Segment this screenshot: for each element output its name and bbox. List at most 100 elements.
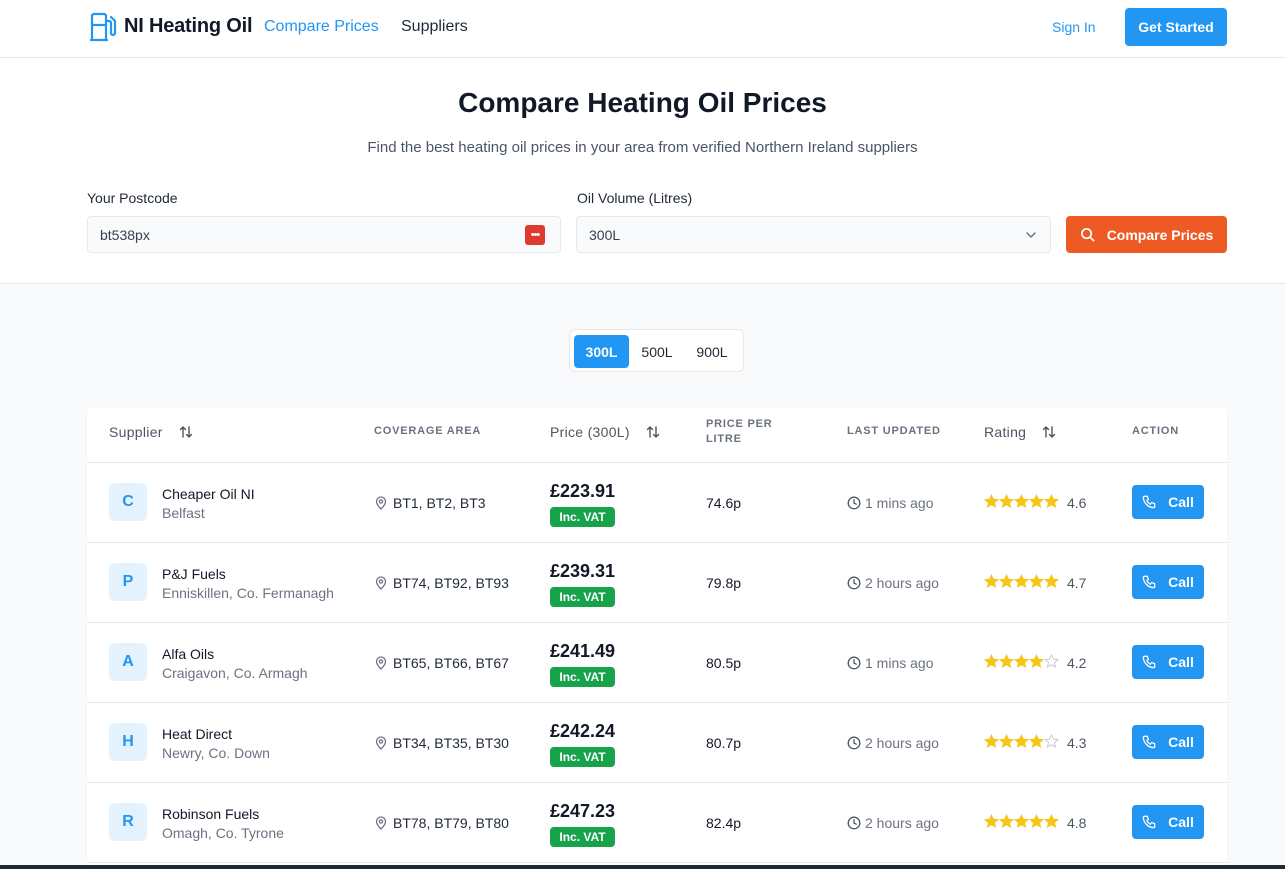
volume-option-900l[interactable]: 900L (687, 335, 737, 368)
chevron-down-icon (1026, 232, 1036, 238)
star-icon (984, 814, 999, 829)
coverage-area: BT1, BT2, BT3 (374, 495, 486, 511)
call-button[interactable]: Call (1132, 565, 1204, 599)
last-updated-text: 2 hours ago (865, 735, 939, 751)
price-per-litre: 74.6p (706, 495, 742, 511)
last-updated-text: 1 mins ago (865, 655, 934, 671)
header-rating[interactable]: Rating (984, 424, 1056, 440)
star-rating (984, 574, 1059, 589)
star-icon (984, 734, 999, 749)
supplier-location: Enniskillen, Co. Fermanagh (162, 585, 334, 601)
search-hero: Compare Heating Oil Prices Find the best… (0, 58, 1285, 284)
call-label: Call (1168, 734, 1194, 750)
supplier-name[interactable]: Heat Direct (162, 726, 232, 742)
postcode-value: bt538px (100, 226, 150, 243)
call-label: Call (1168, 574, 1194, 590)
table-row: H Heat Direct Newry, Co. Down BT34, BT35… (87, 703, 1227, 783)
last-updated: 2 hours ago (847, 815, 939, 831)
coverage-text: BT34, BT35, BT30 (393, 735, 509, 751)
volume-label: Oil Volume (Litres) (577, 190, 693, 206)
call-button[interactable]: Call (1132, 805, 1204, 839)
clock-icon (847, 736, 861, 750)
supplier-name[interactable]: P&J Fuels (162, 566, 226, 582)
star-icon (984, 574, 999, 589)
sort-icon[interactable] (1042, 425, 1056, 439)
price-per-litre: 80.5p (706, 655, 742, 671)
nav-compare-prices[interactable]: Compare Prices (264, 18, 379, 36)
call-button[interactable]: Call (1132, 725, 1204, 759)
header-supplier[interactable]: Supplier (109, 424, 193, 440)
phone-icon (1142, 495, 1156, 509)
header-price[interactable]: Price (300L) (550, 424, 660, 440)
price-per-litre: 80.7p (706, 735, 742, 751)
map-pin-icon (375, 816, 387, 830)
volume-select[interactable]: 300L (576, 216, 1051, 253)
coverage-text: BT74, BT92, BT93 (393, 575, 509, 591)
rating-value: 4.3 (1067, 735, 1087, 751)
header-rating-label: Rating (984, 424, 1027, 440)
page-title: Compare Heating Oil Prices (458, 87, 827, 118)
brand-name[interactable]: NI Heating Oil (124, 15, 253, 38)
map-pin-icon (375, 496, 387, 510)
rating-value: 4.7 (1067, 575, 1087, 591)
star-icon (1029, 734, 1044, 749)
sort-icon[interactable] (646, 425, 660, 439)
last-updated: 2 hours ago (847, 735, 939, 751)
call-button[interactable]: Call (1132, 485, 1204, 519)
supplier-name[interactable]: Cheaper Oil NI (162, 486, 255, 502)
rating-value: 4.2 (1067, 655, 1087, 671)
star-icon (1044, 574, 1059, 589)
clock-icon (847, 656, 861, 670)
star-icon (1014, 574, 1029, 589)
password-manager-icon[interactable]: ••• (525, 225, 545, 245)
nav-suppliers[interactable]: Suppliers (401, 18, 468, 36)
last-updated-text: 2 hours ago (865, 815, 939, 831)
call-label: Call (1168, 654, 1194, 670)
last-updated: 2 hours ago (847, 575, 939, 591)
call-label: Call (1168, 494, 1194, 510)
total-price: £241.49 (550, 641, 616, 661)
total-price: £242.24 (550, 721, 616, 741)
star-icon (984, 494, 999, 509)
phone-icon (1142, 815, 1156, 829)
phone-icon (1142, 735, 1156, 749)
call-button[interactable]: Call (1132, 645, 1204, 679)
map-pin-icon (375, 656, 387, 670)
header-action: ACTION (1132, 425, 1179, 437)
star-icon (999, 814, 1014, 829)
supplier-avatar: C (109, 483, 147, 521)
map-pin-icon (375, 576, 387, 590)
sort-icon[interactable] (179, 425, 193, 439)
fuel-pump-icon[interactable] (89, 12, 117, 42)
star-icon (1029, 494, 1044, 509)
header-last-updated: LAST UPDATED (847, 425, 941, 437)
postcode-input[interactable]: bt538px ••• (87, 216, 561, 253)
clock-icon (847, 576, 861, 590)
get-started-button[interactable]: Get Started (1125, 8, 1227, 46)
header-supplier-label: Supplier (109, 424, 163, 440)
header-coverage: COVERAGE AREA (374, 425, 482, 437)
coverage-area: BT65, BT66, BT67 (374, 655, 509, 671)
vat-badge: Inc. VAT (550, 827, 615, 847)
last-updated-text: 2 hours ago (865, 575, 939, 591)
volume-select-value: 300L (589, 226, 621, 243)
vat-badge: Inc. VAT (550, 667, 615, 687)
star-icon (999, 494, 1014, 509)
header-price-label: Price (300L) (550, 424, 630, 440)
volume-toggle: 300L 500L 900L (569, 329, 744, 372)
price-per-litre: 79.8p (706, 575, 742, 591)
supplier-name[interactable]: Alfa Oils (162, 646, 214, 662)
star-icon (1044, 734, 1059, 749)
postcode-label: Your Postcode (87, 190, 178, 206)
supplier-name[interactable]: Robinson Fuels (162, 806, 259, 822)
price-per-litre: 82.4p (706, 815, 742, 831)
supplier-location: Newry, Co. Down (162, 745, 270, 761)
volume-option-300l[interactable]: 300L (574, 335, 629, 368)
star-icon (1014, 734, 1029, 749)
table-row: R Robinson Fuels Omagh, Co. Tyrone BT78,… (87, 783, 1227, 863)
compare-prices-button[interactable]: Compare Prices (1066, 216, 1227, 253)
volume-option-500l[interactable]: 500L (633, 335, 681, 368)
sign-in-link[interactable]: Sign In (1052, 19, 1096, 35)
star-rating (984, 814, 1059, 829)
table-header: Supplier COVERAGE AREA Price (300L) PRIC… (87, 408, 1227, 463)
